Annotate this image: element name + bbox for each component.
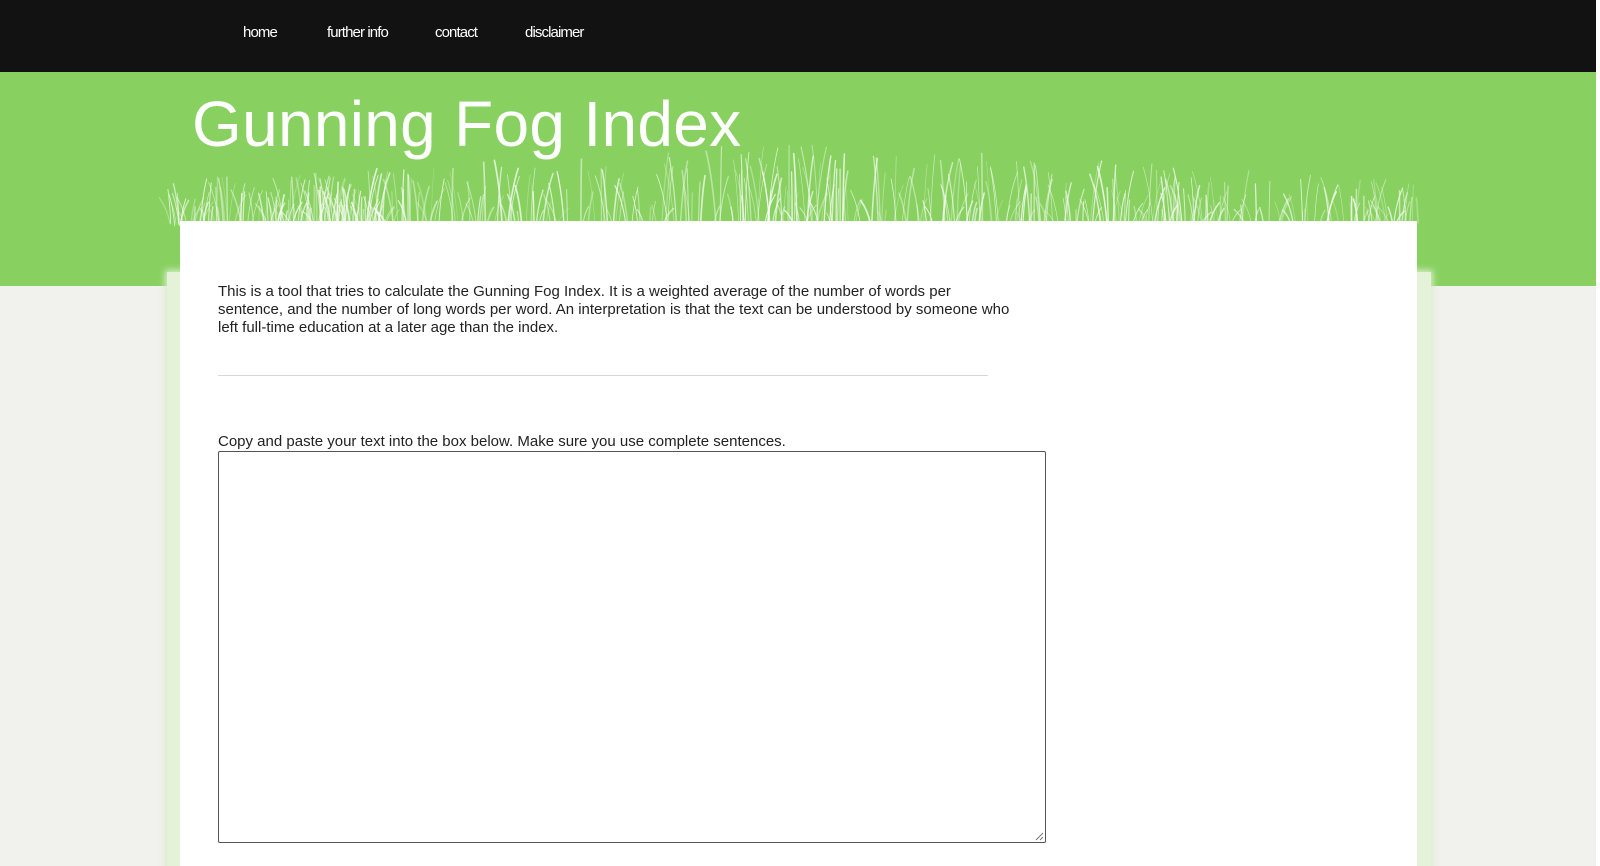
nav-link-disclaimer[interactable]: disclaimer bbox=[525, 24, 584, 41]
main-content: This is a tool that tries to calculate t… bbox=[180, 221, 1417, 866]
instructions-label: Copy and paste your text into the box be… bbox=[218, 433, 786, 450]
intro-text: This is a tool that tries to calculate t… bbox=[218, 283, 1010, 336]
resize-grip-icon[interactable] bbox=[1034, 831, 1044, 841]
nav-link-contact[interactable]: contact bbox=[435, 24, 478, 41]
nav-link-home[interactable]: home bbox=[243, 24, 278, 41]
scrollbar-gutter bbox=[1596, 0, 1600, 866]
page-title: Gunning Fog Index bbox=[192, 88, 742, 160]
nav-link-further-info[interactable]: further info bbox=[327, 24, 389, 41]
text-input[interactable] bbox=[218, 451, 1046, 843]
divider bbox=[218, 375, 988, 376]
page: home further info contact disclaimer Gun… bbox=[0, 0, 1600, 866]
top-navigation: home further info contact disclaimer bbox=[0, 0, 1596, 72]
